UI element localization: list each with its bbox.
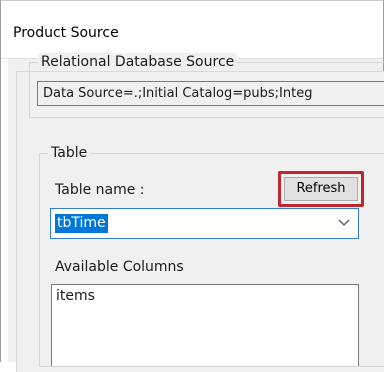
table-name-dropdown[interactable]: tbTime (50, 208, 359, 239)
table-group: Table Table name : Refresh tbTime Availa… (39, 144, 384, 367)
relational-database-source-legend: Relational Database Source (38, 53, 238, 71)
table-name-label: Table name : (55, 182, 145, 198)
relational-database-source-group: Relational Database Source Data Source=.… (29, 53, 384, 118)
window-title: Product Source (13, 25, 119, 41)
table-legend: Table (48, 144, 91, 162)
chevron-down-icon[interactable] (338, 218, 350, 228)
refresh-highlight: Refresh (278, 171, 364, 207)
available-columns-list[interactable]: items (51, 284, 359, 366)
refresh-button[interactable]: Refresh (284, 177, 358, 201)
connection-string-field[interactable]: Data Source=.;Initial Catalog=pubs;Integ (37, 81, 384, 106)
connection-string-text: Data Source=.;Initial Catalog=pubs;Integ (43, 86, 313, 101)
table-name-selected-value: tbTime (55, 214, 108, 233)
available-columns-label: Available Columns (55, 259, 184, 275)
list-item[interactable]: items (56, 288, 95, 304)
title-bar: Product Source (1, 1, 383, 59)
product-source-dialog: Product Source Relational Database Sourc… (0, 0, 384, 372)
